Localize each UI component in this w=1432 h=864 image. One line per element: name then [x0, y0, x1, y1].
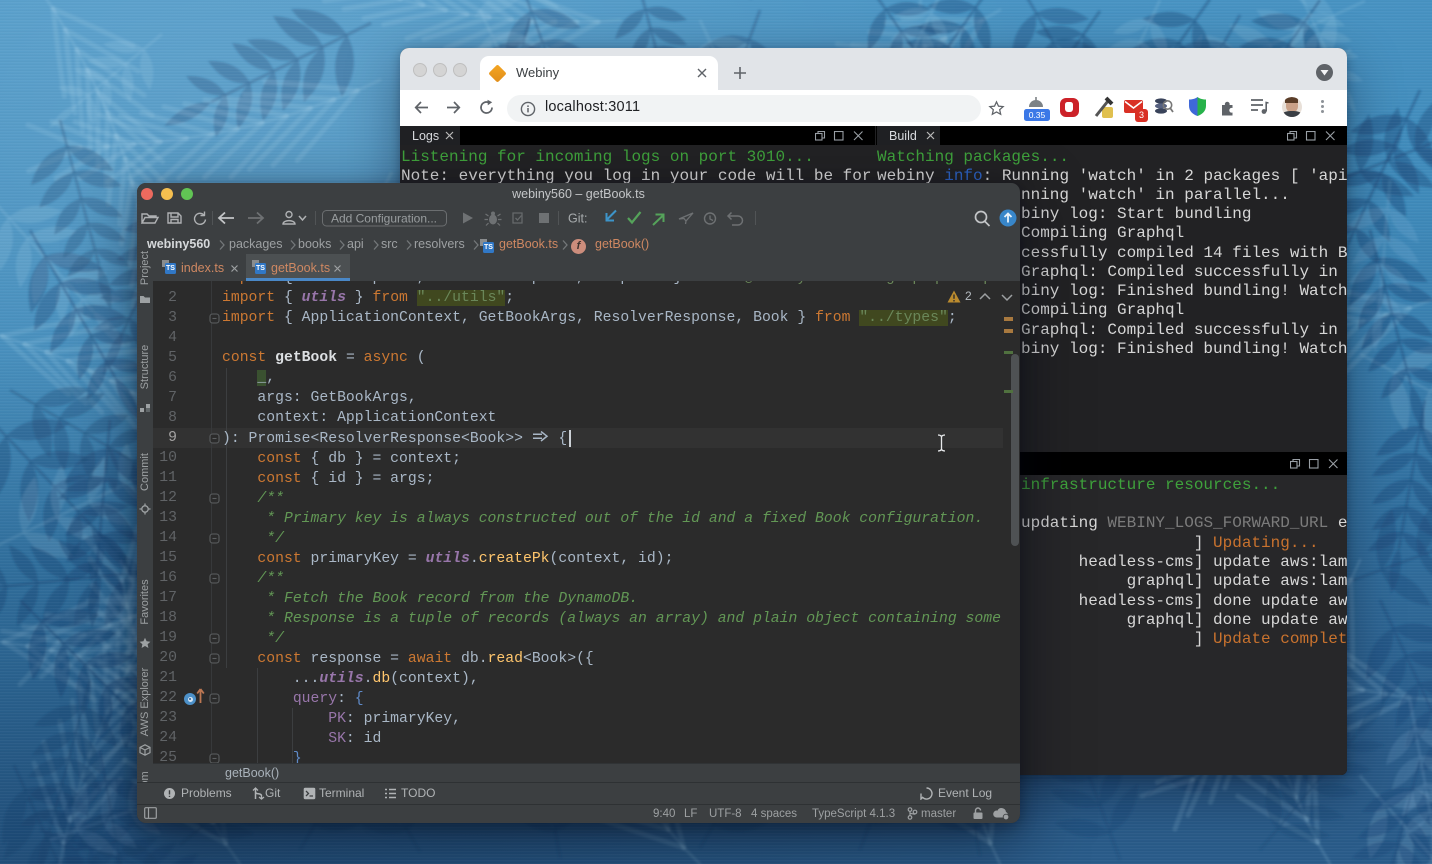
svg-text:Git:: Git:: [568, 212, 587, 226]
svg-text:Add Configuration...: Add Configuration...: [331, 212, 437, 226]
